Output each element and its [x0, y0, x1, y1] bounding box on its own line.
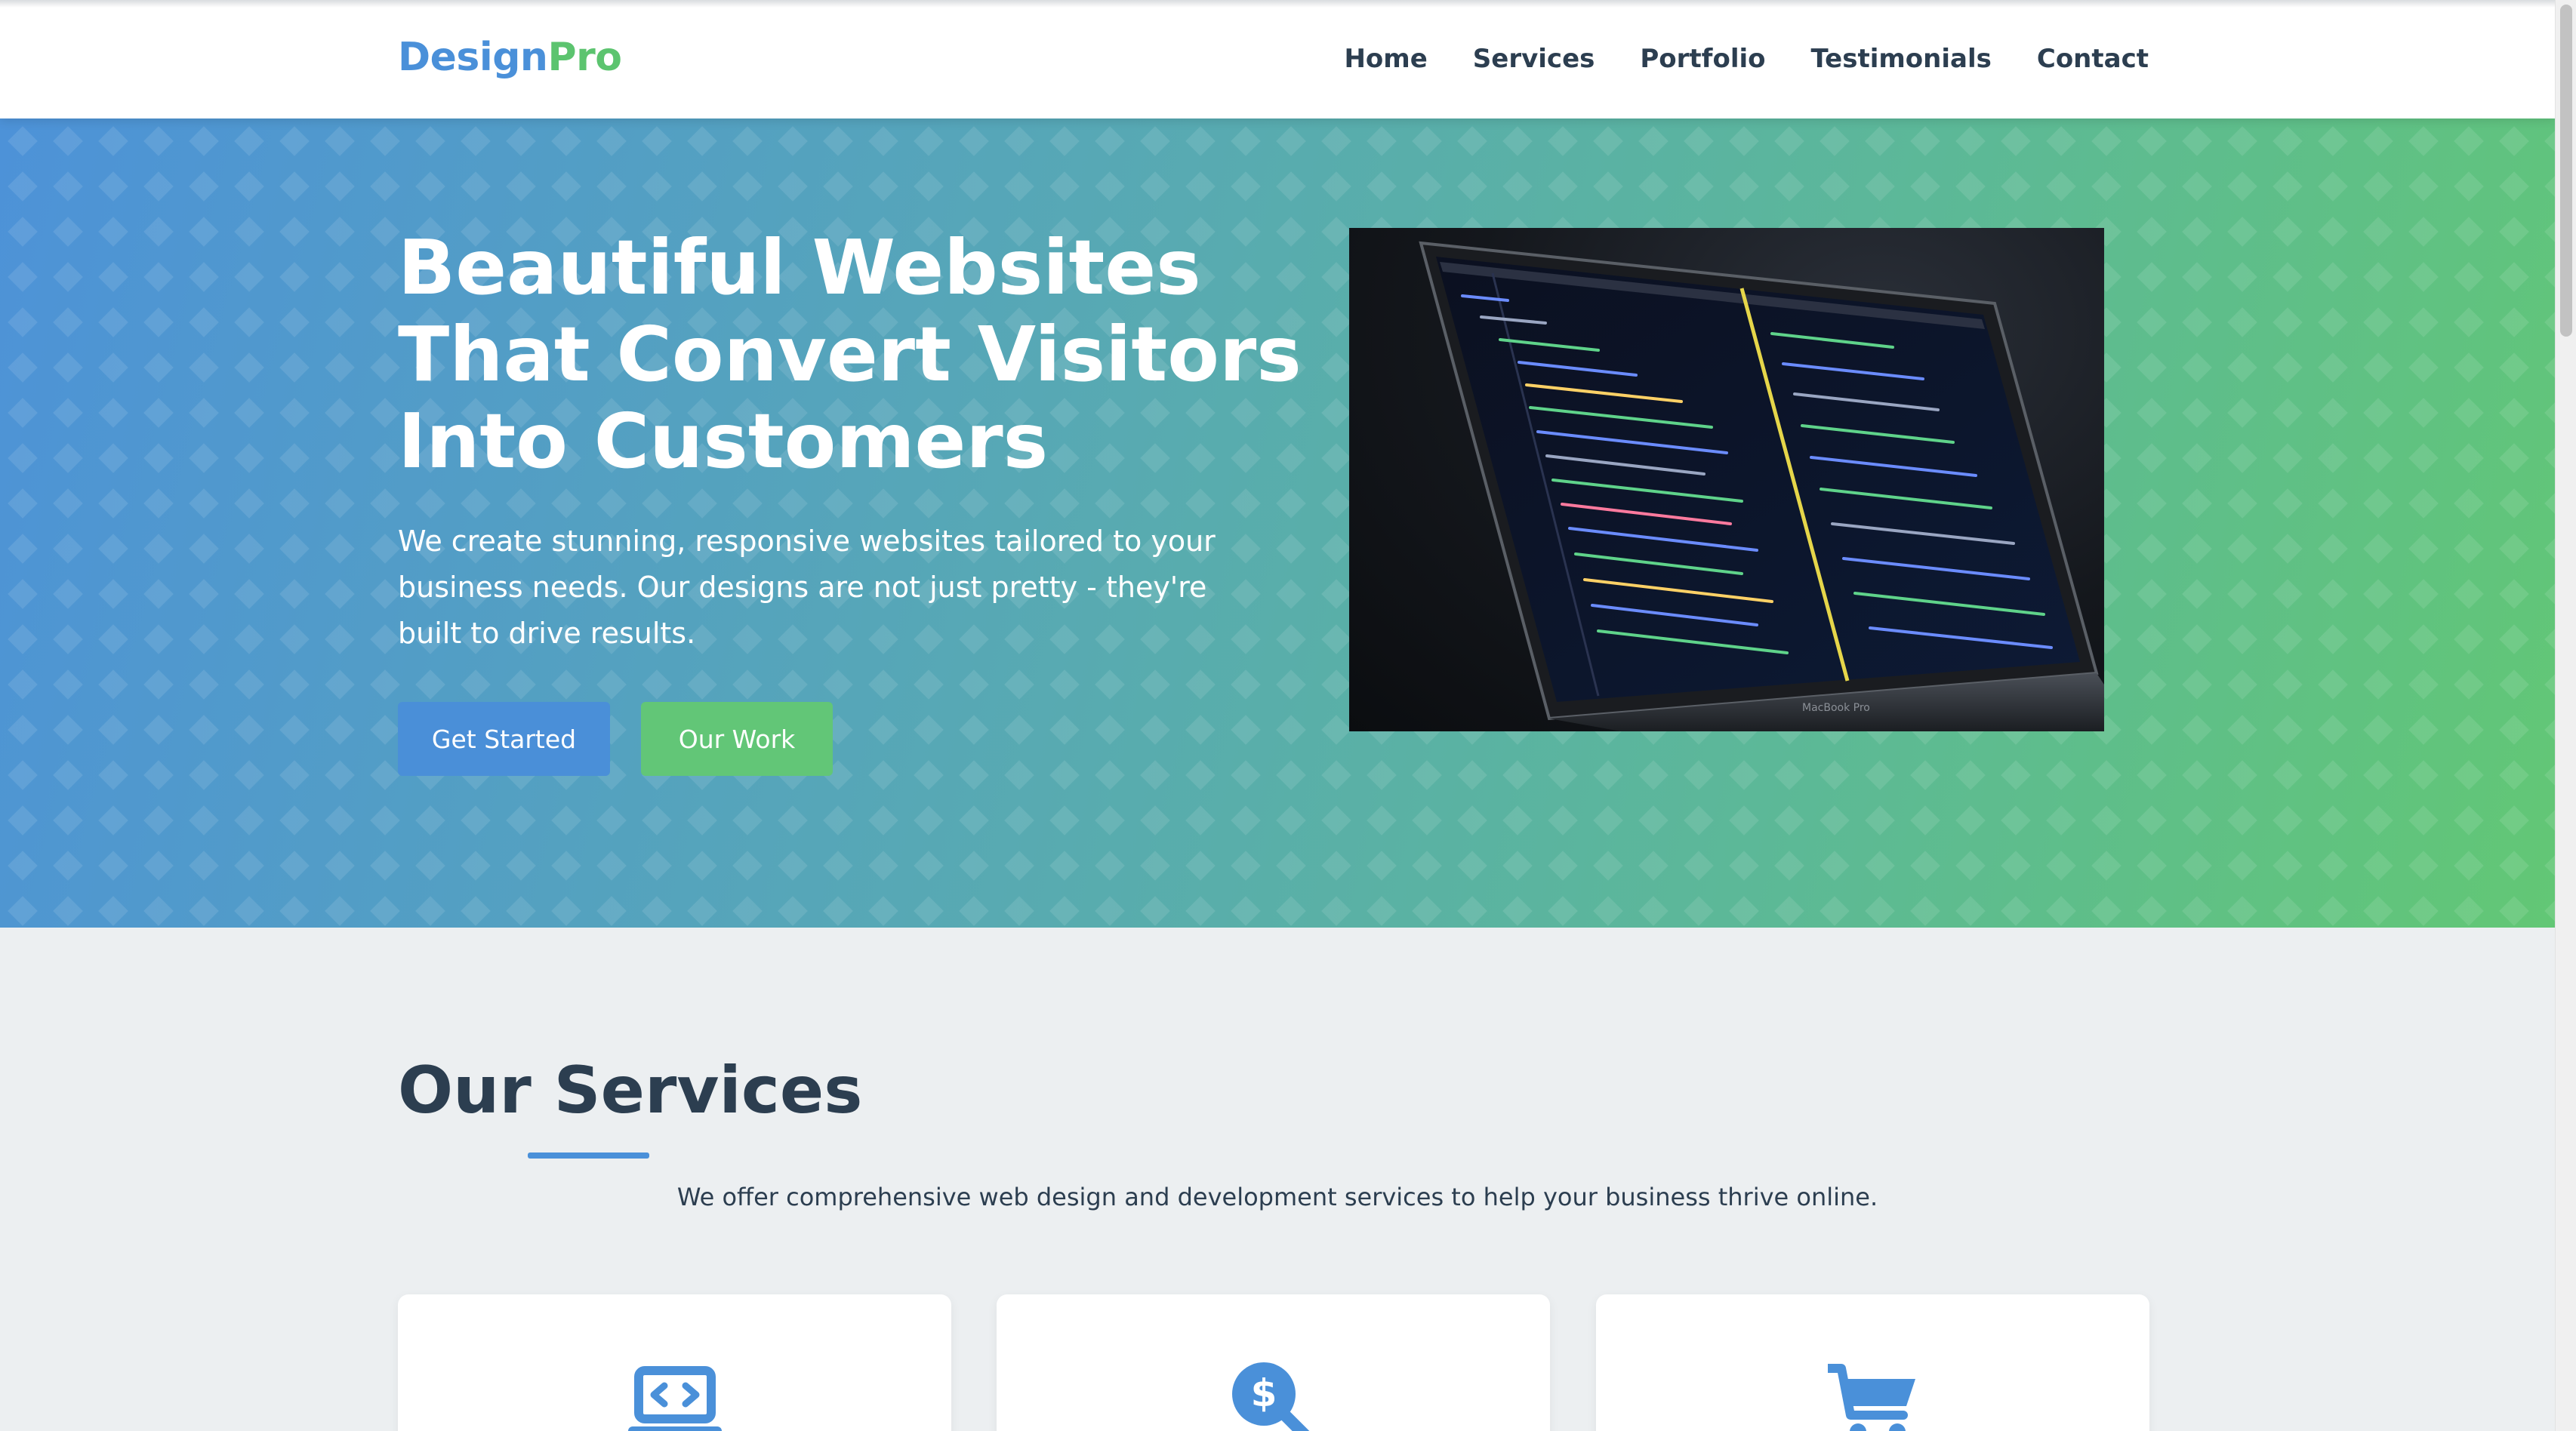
hero-laptop-image: MacBook Pro [1349, 228, 2104, 731]
our-work-button[interactable]: Our Work [641, 702, 833, 776]
site-header: DesignPro Home Services Portfolio Testim… [0, 0, 2555, 118]
get-started-button[interactable]: Get Started [398, 702, 610, 776]
main-nav: Home Services Portfolio Testimonials Con… [1344, 44, 2149, 74]
laptop-illustration: MacBook Pro [1419, 241, 2104, 731]
nav-testimonials[interactable]: Testimonials [1811, 44, 1992, 74]
svg-text:$: $ [1250, 1371, 1277, 1415]
nav-home[interactable]: Home [1344, 44, 1427, 74]
service-card-web-design[interactable] [398, 1294, 951, 1431]
hero-section: Beautiful Websites That Convert Visitors… [0, 118, 2555, 928]
hero-subtitle: We create stunning, responsive websites … [398, 525, 1216, 650]
service-card-seo[interactable]: $ [997, 1294, 1550, 1431]
page: DesignPro Home Services Portfolio Testim… [0, 0, 2555, 1431]
hero-title: Beautiful Websites That Convert Visitors… [398, 223, 1302, 485]
laptop-model-label: MacBook Pro [1802, 702, 1870, 714]
shopping-cart-icon [1827, 1364, 1915, 1431]
scrollbar-thumb[interactable] [2560, 5, 2572, 337]
nav-services[interactable]: Services [1473, 44, 1595, 74]
logo[interactable]: DesignPro [398, 35, 622, 80]
title-underline [528, 1152, 649, 1159]
services-intro: We offer comprehensive web design and de… [676, 1183, 1878, 1211]
laptop-code-icon [627, 1366, 722, 1431]
logo-primary-text: Design [398, 35, 548, 80]
service-card-ecommerce[interactable] [1596, 1294, 2149, 1431]
nav-contact[interactable]: Contact [2037, 44, 2149, 74]
nav-portfolio[interactable]: Portfolio [1640, 44, 1765, 74]
services-title: Our Services [398, 1053, 863, 1128]
page-scrollbar[interactable] [2555, 0, 2576, 1431]
search-dollar-icon: $ [1231, 1362, 1309, 1431]
logo-accent-text: Pro [547, 35, 622, 80]
